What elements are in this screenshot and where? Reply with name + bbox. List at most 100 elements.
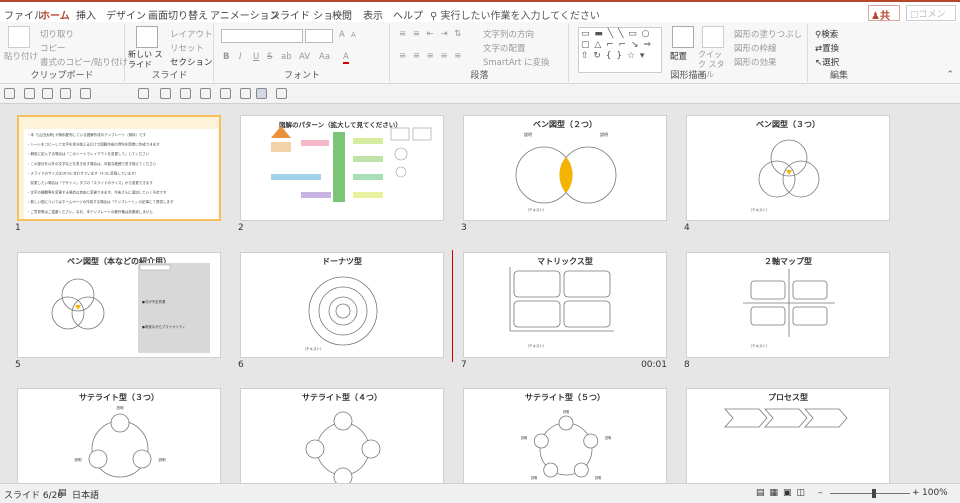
tab-transitions[interactable]: 画面切り替え [148,7,208,22]
slide-thumbnail[interactable]: このテンプレートについて・本「[山田太郎] が無料配布している図解作成のテンプレ… [17,115,221,221]
satellite-label: 説明 [521,435,527,440]
cut-button[interactable]: 切り取り [40,28,74,40]
notes-icon[interactable] [276,88,287,99]
paste-button[interactable]: 貼り付け [4,50,38,62]
redo-icon[interactable] [42,88,53,99]
strikethrough-button[interactable]: S [267,52,272,62]
undo-icon[interactable] [24,88,35,99]
zoom-in-button[interactable]: + [912,488,920,498]
slide-number: 4 [684,223,690,233]
bullets-icon[interactable] [200,88,211,99]
satellite-node [333,411,353,431]
select-button[interactable]: ↖選択 [815,56,839,68]
slide-thumbnail[interactable]: ベン図型（２つ） 説明 説明 （テキスト） [463,115,667,221]
tab-help[interactable]: ヘルプ [393,7,423,22]
spellcheck-icon[interactable]: ▤ [58,488,67,498]
format-painter-button[interactable]: 書式のコピー/貼り付け [40,56,128,68]
tab-file[interactable]: ファイル [4,7,44,22]
mindmap-branch [301,140,329,146]
tab-review[interactable]: 校閲 [332,7,352,22]
align-text-button[interactable]: 文字の配置 [483,42,526,54]
slide-footer: （テキスト） [303,346,324,351]
satellite-label: 説明 [595,475,601,480]
comment-icon: □ [910,10,919,20]
align-icon[interactable]: ≡ ≡ ≡ ≡ ≡ [399,51,463,61]
shape-fill-button[interactable]: 図形の塗りつぶし [734,28,802,40]
shadow-button[interactable]: ab [281,52,292,62]
slide-thumbnail[interactable]: ベン図型（本などの紹介用） ●次が予定資源 ●着実ながらプライオリティ [17,252,221,358]
bold-button[interactable]: B [223,52,229,62]
slide-counter[interactable]: スライド 6/20 [4,488,63,501]
collapse-ribbon-icon[interactable]: ⌃ [946,70,954,80]
slide-number: 5 [15,360,21,370]
satellite-node [558,415,574,431]
slide-thumbnail[interactable]: サテライト型（３つ） 説明 説明 説明 [17,388,221,483]
venn-label: 説明 [600,131,608,137]
slide-thumbnail[interactable]: ベン図型（３つ） （テキスト） [686,115,890,221]
text-line: ・この部分を以外の文字などを書き足す場合は、可能な範囲で書き換えてください [27,161,157,166]
grow-font-button[interactable]: A [339,30,345,40]
comment-button[interactable]: □コメント [906,5,956,33]
zoom-slider[interactable] [830,493,910,494]
bullets-icon[interactable]: ≡ ≡ ⇤ ⇥ ⇅ [399,29,463,39]
change-case-button[interactable]: Aa [319,52,330,62]
slide-diagram [271,126,432,202]
tab-design[interactable]: デザイン [106,7,146,22]
shape-outline-button[interactable]: 図形の枠線 [734,42,777,54]
copy-button[interactable]: コピー [40,42,66,54]
copy-format-icon[interactable] [80,88,91,99]
slide-sorter-icon[interactable] [256,88,267,99]
slide-thumbnail-slot: ２軸マップ型 （テキスト） 8 [684,252,890,370]
slide-thumbnail-slot: サテライト型（５つ）説明説明説明説明説明11 [463,388,667,483]
font-name-select[interactable] [221,29,303,43]
grid-icon [412,127,432,141]
slides-group: 新しい スライド レイアウト リセット セクション スライド [126,24,214,82]
arrange-button[interactable]: 配置 [670,50,687,62]
slide-thumbnail[interactable]: サテライト型（５つ） 説明 説明 説明 説明 説明 [463,388,667,483]
view-buttons[interactable]: ▤▦▣◫ [756,488,810,498]
smartart-button[interactable]: SmartArt に変換 [483,56,550,68]
slide-thumbnail[interactable]: ドーナツ型 （テキスト） [240,252,444,358]
replace-button[interactable]: ⇄置換 [815,42,839,54]
slide-sorter: このテンプレートについて・本「[山田太郎] が無料配布している図解作成のテンプレ… [0,105,960,483]
editing-group-label: 編集 [829,71,848,81]
satellite-node [132,449,152,469]
print-icon[interactable] [180,88,191,99]
slide-thumbnail[interactable]: プロセス型 [686,388,890,483]
zoom-out-button[interactable]: – [818,488,823,498]
zoom-level[interactable]: 100% [922,488,948,498]
slide-thumbnail[interactable]: マトリックス型 （テキスト） [463,252,667,358]
text-line: ・文字の種類等を変更する場合は自由に変更できます。今後さらに追加していく予定です [27,190,167,195]
section-button[interactable]: セクション [170,56,213,68]
find-button[interactable]: ⚲検索 [815,28,838,40]
font-group: A A B I U S ab AV Aa A フォント [215,24,390,82]
text-direction-button[interactable]: 文字列の方向 [483,28,534,40]
reset-button[interactable]: リセット [170,42,204,54]
share-button[interactable]: ♟共有 [868,5,900,37]
slide-thumbnail[interactable]: 図解のパターン（拡大して見てください） [240,115,444,221]
zoom-slider-thumb[interactable] [872,489,876,498]
slide-thumbnail[interactable]: サテライト型（４つ） [240,388,444,483]
layout-button[interactable]: レイアウト [170,28,213,40]
new-slide-button[interactable]: 新しい スライド [128,50,164,70]
crop-icon[interactable] [160,88,171,99]
italic-button[interactable]: I [239,52,242,62]
format-icon[interactable] [220,88,231,99]
spell-icon[interactable] [138,88,149,99]
arrange-icon[interactable] [240,88,251,99]
tab-insert[interactable]: 挿入 [76,7,96,22]
mindmap-branch [353,138,383,144]
restore-icon[interactable] [60,88,71,99]
shape-effects-button[interactable]: 図形の効果 [734,56,777,68]
font-size-select[interactable] [305,29,333,43]
char-spacing-button[interactable]: AV [299,52,310,62]
shrink-font-button[interactable]: A [351,31,356,39]
slide-thumbnail[interactable]: ２軸マップ型 （テキスト） [686,252,890,358]
tell-me-box[interactable]: ⚲ 実行したい作業を入力してください [430,7,600,22]
font-color-button[interactable]: A [343,52,349,64]
tab-view[interactable]: 表示 [363,7,383,22]
shape-outline-icon[interactable] [4,88,15,99]
language-indicator[interactable]: 日本語 [72,488,99,501]
shapes-gallery[interactable]: ▭ ▬ ╲ ╲ ▭ ○ ▢ △ ⌐ ⌐ ↘ ⇒ ⇧ ↻ { } ☆ ▾ [578,27,662,73]
underline-button[interactable]: U [253,52,259,62]
